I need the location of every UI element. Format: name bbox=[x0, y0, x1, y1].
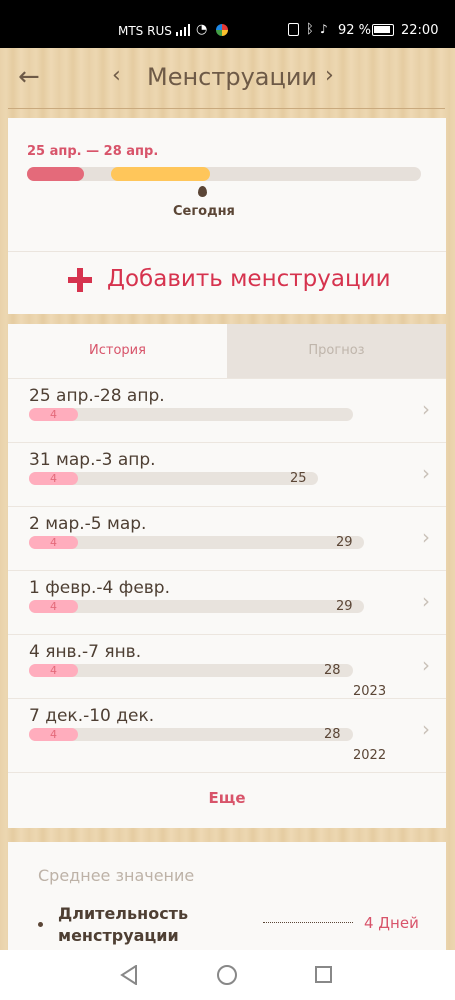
period-days: 4 bbox=[50, 536, 57, 549]
signal-icon bbox=[176, 24, 192, 36]
drop-icon bbox=[198, 186, 207, 197]
nfc-icon bbox=[288, 23, 299, 36]
period-pill: 4 bbox=[29, 408, 78, 421]
chevron-right-icon[interactable]: › bbox=[422, 525, 430, 549]
history-row[interactable]: 4 янв.-7 янв. 4 28 2023 › bbox=[8, 634, 446, 699]
period-pill: 4 bbox=[29, 600, 78, 613]
averages-title: Среднее значение bbox=[38, 866, 195, 885]
period-days: 4 bbox=[50, 408, 57, 421]
year-label: 2023 bbox=[353, 684, 387, 699]
app-notification-icon bbox=[216, 24, 228, 36]
period-days: 4 bbox=[50, 664, 57, 677]
page-title: Менструации bbox=[147, 63, 318, 91]
year-label: 2022 bbox=[353, 748, 387, 763]
averages-card: Среднее значение Длительность менструаци… bbox=[8, 842, 446, 962]
cycle-bar: 4 bbox=[29, 408, 353, 421]
cycle-length: 25 bbox=[290, 471, 307, 486]
card-divider bbox=[8, 251, 446, 252]
period-days: 4 bbox=[50, 600, 57, 613]
history-row[interactable]: 1 февр.-4 февр. 4 29 › bbox=[8, 570, 446, 634]
period-days: 4 bbox=[50, 728, 57, 741]
wifi-icon: ◔ bbox=[196, 22, 208, 37]
fertile-segment bbox=[111, 167, 210, 181]
average-value: 4 Дней bbox=[364, 914, 419, 932]
header-divider bbox=[8, 108, 445, 109]
history-row[interactable]: 7 дек.-10 дек. 4 28 2022 › bbox=[8, 698, 446, 763]
chevron-left-icon[interactable]: ‹ bbox=[112, 63, 121, 88]
history-row[interactable]: 25 апр.-28 апр. 4 › bbox=[8, 378, 446, 442]
nav-home-icon[interactable] bbox=[217, 965, 237, 985]
plus-icon[interactable] bbox=[68, 268, 92, 292]
cycle-bar: 4 bbox=[29, 600, 364, 613]
battery-percent: 92 % bbox=[338, 23, 372, 38]
battery-icon bbox=[372, 24, 394, 36]
history-dates: 7 дек.-10 дек. bbox=[29, 706, 155, 726]
top-app-bar: ← ‹ Менструации › bbox=[0, 48, 455, 110]
nav-back-icon[interactable] bbox=[120, 965, 138, 985]
mute-icon: ♪ bbox=[320, 22, 328, 36]
add-period-button[interactable]: Добавить менструации bbox=[107, 266, 391, 292]
today-label: Сегодня bbox=[173, 204, 235, 219]
dotted-leader bbox=[263, 922, 353, 923]
period-pill: 4 bbox=[29, 472, 78, 485]
chevron-right-icon[interactable]: › bbox=[422, 461, 430, 485]
chevron-right-icon[interactable]: › bbox=[422, 717, 430, 741]
back-arrow-icon[interactable]: ← bbox=[18, 62, 40, 92]
period-days: 4 bbox=[50, 472, 57, 485]
cycle-length: 28 bbox=[324, 727, 341, 742]
chevron-right-icon[interactable]: › bbox=[422, 397, 430, 421]
cycle-bar: 4 bbox=[29, 536, 364, 549]
chevron-right-icon[interactable]: › bbox=[422, 589, 430, 613]
average-label: Длительность менструации bbox=[58, 904, 189, 945]
period-pill: 4 bbox=[29, 536, 78, 549]
history-card: История Прогноз 25 апр.-28 апр. 4 › 31 м… bbox=[8, 324, 446, 828]
system-nav-bar bbox=[0, 950, 455, 1000]
cycle-bar: 4 bbox=[29, 472, 318, 485]
tab-forecast[interactable]: Прогноз bbox=[227, 324, 446, 378]
status-bar: MTS RUS ◔ ᛒ ♪ 92 % 22:00 bbox=[0, 0, 455, 48]
cycle-bar: 4 bbox=[29, 728, 353, 741]
history-row[interactable]: 2 мар.-5 мар. 4 29 › bbox=[8, 506, 446, 570]
period-segment bbox=[27, 167, 84, 181]
bluetooth-icon: ᛒ bbox=[306, 22, 314, 37]
chevron-right-icon[interactable]: › bbox=[422, 653, 430, 677]
chevron-right-icon[interactable]: › bbox=[325, 63, 334, 88]
cycle-timeline bbox=[27, 167, 421, 181]
clock: 22:00 bbox=[401, 23, 439, 38]
carrier-label: MTS RUS bbox=[118, 24, 172, 38]
cycle-bar: 4 bbox=[29, 664, 353, 677]
bullet-icon bbox=[38, 922, 43, 927]
history-dates: 25 апр.-28 апр. bbox=[29, 386, 165, 406]
period-pill: 4 bbox=[29, 664, 78, 677]
cycle-length: 29 bbox=[336, 599, 353, 614]
history-dates: 4 янв.-7 янв. bbox=[29, 642, 142, 662]
cycle-length: 28 bbox=[324, 663, 341, 678]
history-row[interactable]: 31 мар.-3 апр. 4 25 › bbox=[8, 442, 446, 506]
nav-recent-icon[interactable] bbox=[315, 966, 332, 983]
history-dates: 1 февр.-4 февр. bbox=[29, 578, 170, 598]
current-period-range: 25 апр. — 28 апр. bbox=[27, 144, 159, 159]
more-button[interactable]: Еще bbox=[8, 772, 446, 828]
cycle-length: 29 bbox=[336, 535, 353, 550]
current-period-card: 25 апр. — 28 апр. Сегодня Добавить менст… bbox=[8, 118, 446, 314]
history-dates: 2 мар.-5 мар. bbox=[29, 514, 147, 534]
history-dates: 31 мар.-3 апр. bbox=[29, 450, 156, 470]
period-pill: 4 bbox=[29, 728, 78, 741]
tab-history[interactable]: История bbox=[8, 324, 227, 378]
